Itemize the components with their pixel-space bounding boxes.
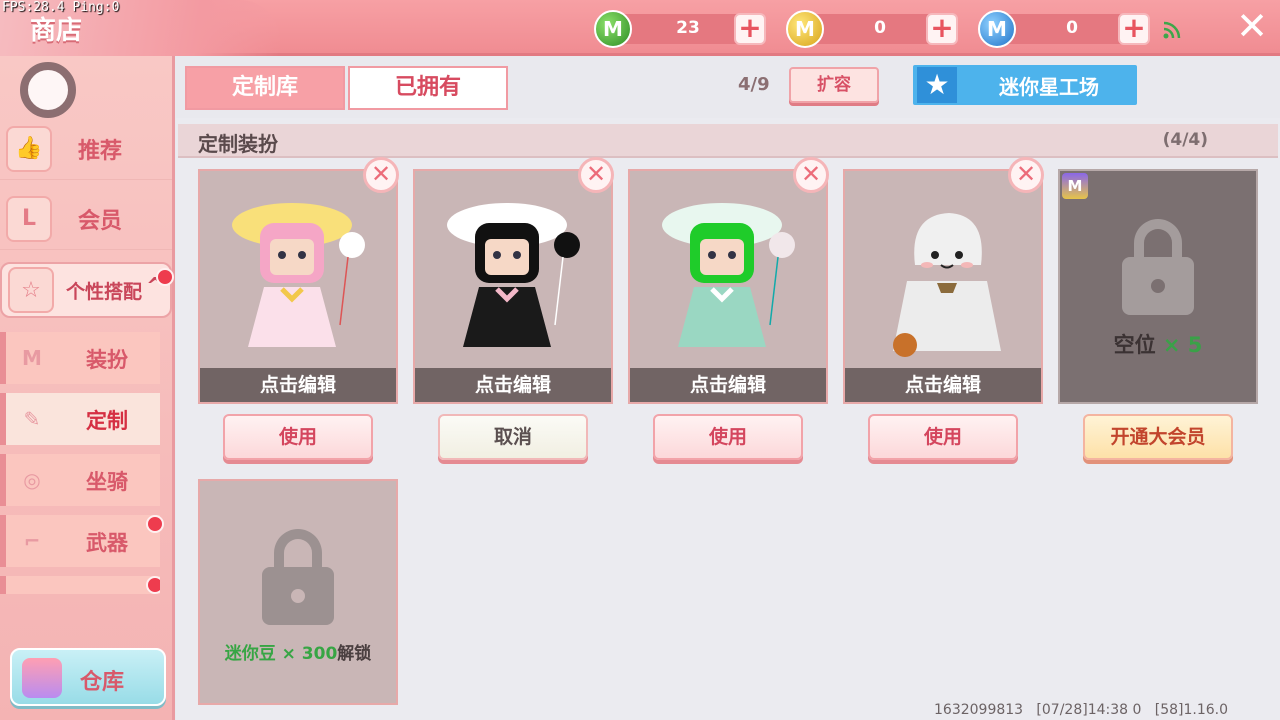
outfit-card[interactable]: 点击编辑 — [198, 169, 398, 404]
outfit-card[interactable]: 点击编辑 — [843, 169, 1043, 404]
add-green-gem-button[interactable]: + — [734, 13, 766, 45]
use-outfit-button[interactable]: 使用 — [223, 414, 373, 460]
stroller-icon: ◎ — [23, 468, 41, 492]
build-info: 1632099813 [07/28]14:38 0 [58]1.16.0 — [934, 702, 1229, 718]
warehouse-label: 仓库 — [80, 670, 125, 695]
sidebar-item-label: 推荐 — [78, 138, 123, 164]
tab-custom-library[interactable]: 定制库 — [185, 66, 345, 110]
mini-bean-icon: M — [978, 10, 1016, 48]
sidebar-subitem-more[interactable] — [0, 576, 160, 594]
mini-workshop-button[interactable]: ★ 迷你星工场 — [913, 65, 1137, 105]
outfit-card[interactable]: 点击编辑 — [628, 169, 828, 404]
shirt-icon: M — [22, 346, 42, 370]
currency-green-gem: M 23 + — [594, 10, 766, 48]
notification-dot — [156, 268, 174, 286]
add-gold-coin-button[interactable]: + — [926, 13, 958, 45]
character-preview — [893, 213, 1001, 357]
empty-slot-text: 空位 × 5 — [1060, 329, 1256, 359]
section-title: 定制装扮 — [198, 132, 278, 156]
use-outfit-button[interactable]: 使用 — [868, 414, 1018, 460]
use-outfit-button[interactable]: 使用 — [653, 414, 803, 460]
fps-ping-readout: FPS:28.4 Ping:0 — [2, 0, 120, 15]
warehouse-button[interactable]: 仓库 — [10, 648, 166, 706]
top-bar: 商店 FPS:28.4 Ping:0 M 23 + M 0 + M 0 + ✕ — [0, 0, 1280, 56]
lock-icon — [1122, 219, 1194, 315]
sidebar-subitem-weapon[interactable]: ⌐ 武器 — [0, 515, 164, 567]
sidebar-subitem-label: 装扮 — [86, 348, 128, 372]
cancel-outfit-button[interactable]: 取消 — [438, 414, 588, 460]
currency-value: 0 — [1066, 18, 1078, 38]
character-preview — [662, 203, 795, 347]
sidebar-subitem-label: 定制 — [86, 409, 128, 433]
unlock-suffix: 解锁 — [337, 644, 372, 664]
lock-icon — [262, 529, 334, 625]
sidebar-subitem-custom[interactable]: ✎ 定制 — [0, 393, 160, 445]
currency-value: 23 — [676, 18, 700, 38]
edit-label[interactable]: 点击编辑 — [415, 370, 611, 397]
badge-icon: ☆ — [8, 267, 54, 313]
sidebar-item-recommend[interactable]: 👍 推荐 — [0, 118, 172, 180]
expand-capacity-button[interactable]: 扩容 — [789, 67, 879, 103]
delete-outfit-button[interactable]: ✕ — [578, 157, 614, 193]
avatar[interactable] — [20, 62, 76, 118]
locked-slot-card[interactable]: 迷你豆 × 300解锁 — [198, 479, 398, 705]
character-preview — [447, 203, 580, 347]
empty-slot-count: × 5 — [1162, 333, 1203, 357]
delete-outfit-button[interactable]: ✕ — [363, 157, 399, 193]
open-vip-button[interactable]: 开通大会员 — [1083, 414, 1233, 460]
section-count: (4/4) — [1162, 130, 1208, 150]
sidebar-subitem-label: 坐骑 — [86, 470, 128, 494]
character-preview — [232, 203, 365, 347]
sidebar-item-vip[interactable]: L 会员 — [0, 188, 172, 250]
sidebar-subitem-outfit[interactable]: M 装扮 — [0, 332, 160, 384]
thumbs-up-icon: 👍 — [6, 125, 52, 172]
sidebar: 👍 推荐 L 会员 ☆ 个性搭配 ^ M 装扮 ✎ 定制 ◎ 坐骑 ⌐ 武器 — [0, 56, 175, 720]
currency-mini-bean: M 0 + — [978, 10, 1150, 48]
unlock-currency: 迷你豆 — [224, 644, 276, 664]
currency-gold-coin: M 0 + — [786, 10, 958, 48]
green-gem-icon: M — [594, 10, 632, 48]
delete-outfit-button[interactable]: ✕ — [793, 157, 829, 193]
vip-badge-icon: M — [1062, 173, 1088, 199]
gun-icon: ⌐ — [23, 529, 41, 553]
capacity-counter: 4/9 — [738, 74, 770, 95]
sidebar-subitem-label: 武器 — [86, 531, 128, 555]
signal-icon — [1162, 20, 1182, 40]
outfit-card[interactable]: 点击编辑 — [413, 169, 613, 404]
close-icon[interactable]: ✕ — [1234, 7, 1270, 45]
currency-value: 0 — [874, 18, 886, 38]
vip-card-icon: L — [6, 195, 52, 242]
brush-icon: ✎ — [23, 407, 41, 431]
section-header: 定制装扮 (4/4) — [178, 124, 1278, 158]
notification-dot — [146, 515, 164, 533]
sidebar-subitem-mount[interactable]: ◎ 坐骑 — [0, 454, 160, 506]
edit-label[interactable]: 点击编辑 — [630, 370, 826, 397]
page-title: 商店 — [30, 16, 83, 46]
treasure-chest-icon — [22, 658, 62, 698]
star-icon: ★ — [917, 67, 957, 103]
sidebar-item-style[interactable]: ☆ 个性搭配 ^ — [0, 262, 174, 318]
notification-dot — [146, 576, 160, 594]
tab-owned[interactable]: 已拥有 — [348, 66, 508, 110]
delete-outfit-button[interactable]: ✕ — [1008, 157, 1044, 193]
workshop-label: 迷你星工场 — [999, 75, 1099, 99]
edit-label[interactable]: 点击编辑 — [200, 370, 396, 397]
empty-slot-label: 空位 — [1113, 333, 1156, 357]
sidebar-item-label: 个性搭配 — [66, 280, 143, 303]
unlock-cost-text: 迷你豆 × 300解锁 — [200, 639, 396, 664]
add-mini-bean-button[interactable]: + — [1118, 13, 1150, 45]
sidebar-item-label: 会员 — [78, 208, 123, 234]
edit-label[interactable]: 点击编辑 — [845, 370, 1041, 397]
gold-coin-icon: M — [786, 10, 824, 48]
vip-slot-card: M 空位 × 5 — [1058, 169, 1258, 404]
unlock-amount: × 300 — [281, 644, 338, 664]
